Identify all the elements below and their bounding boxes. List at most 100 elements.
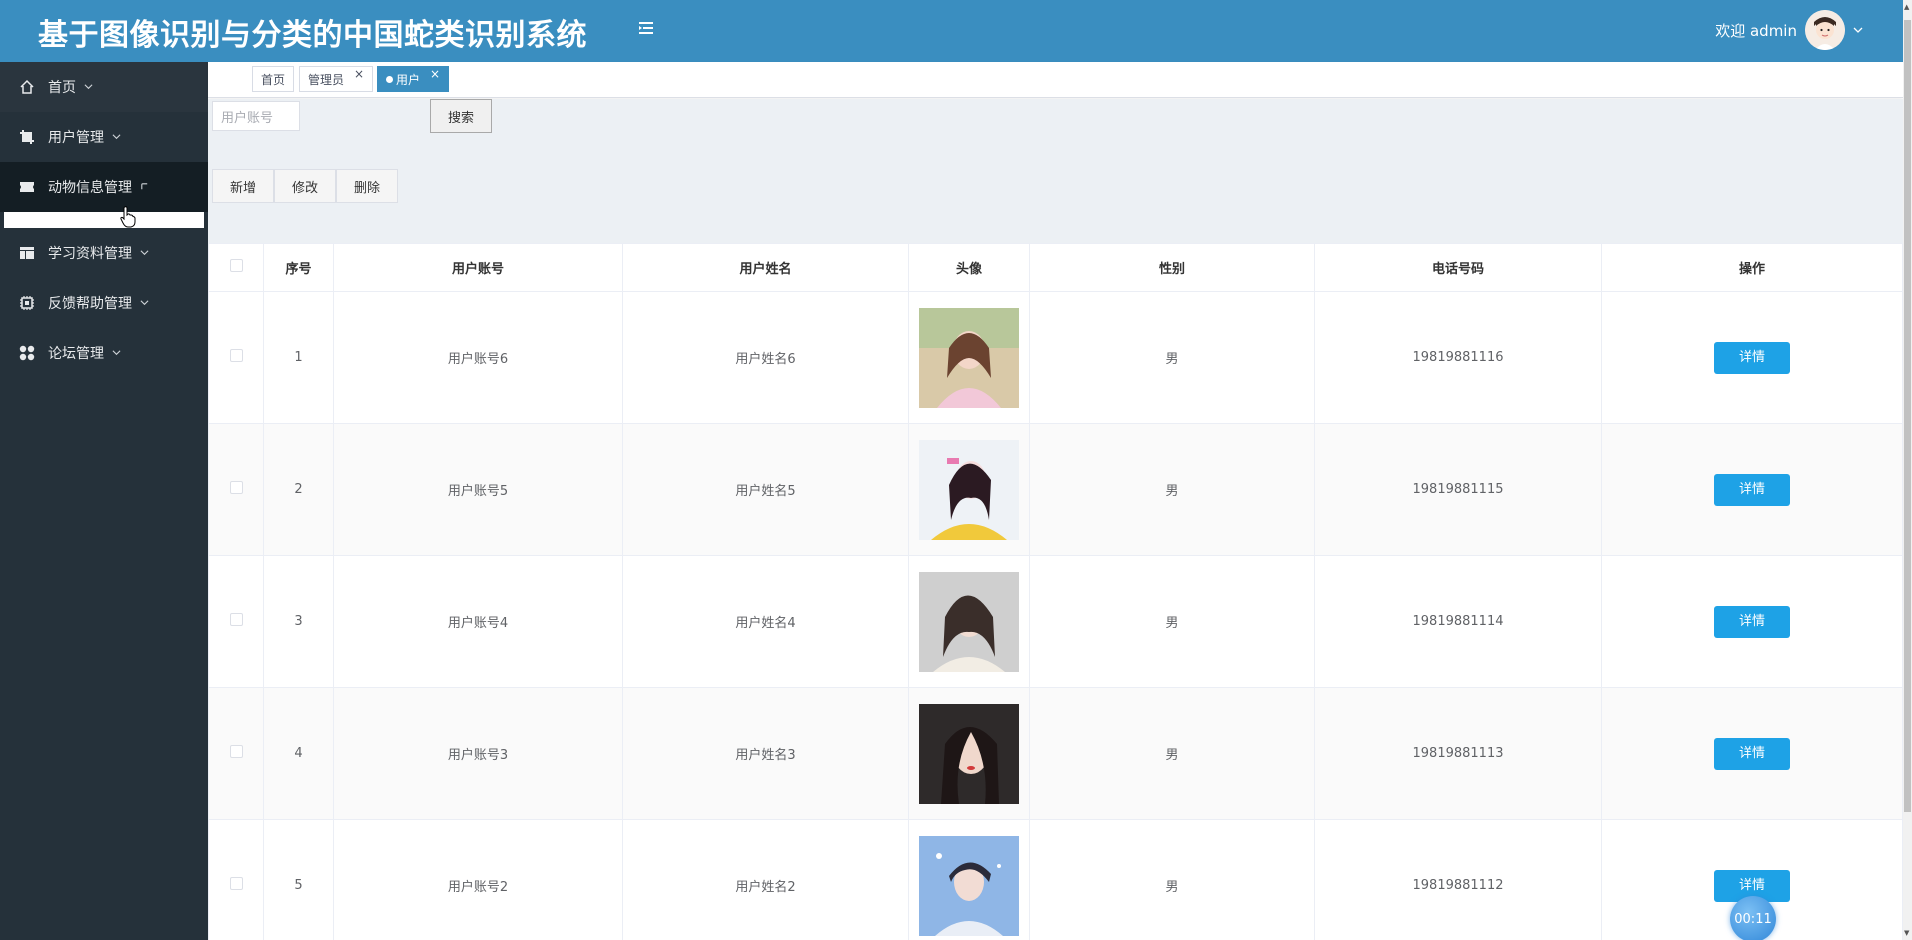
cell-account: 用户账号2 bbox=[333, 819, 623, 940]
row-checkbox[interactable] bbox=[208, 819, 264, 940]
column-header: 用户账号 bbox=[333, 243, 623, 292]
sidebar-item-label: 动物信息管理 bbox=[48, 180, 132, 196]
cell-name: 用户姓名3 bbox=[622, 687, 909, 820]
avatar-photo bbox=[919, 835, 1019, 936]
add-button[interactable]: 新增 bbox=[212, 169, 274, 203]
chevron-down-icon[interactable] bbox=[1853, 21, 1863, 39]
chevron-down-icon bbox=[112, 345, 121, 361]
cell-index: 2 bbox=[263, 423, 334, 556]
cell-account: 用户账号5 bbox=[333, 423, 623, 556]
sidebar: 首页 用户管理 动物信息管理 学习资料管理 反馈帮助管理 论坛管理 bbox=[0, 62, 208, 940]
cell-gender: 男 bbox=[1029, 687, 1315, 820]
cell-action: 详情 bbox=[1601, 291, 1903, 424]
cell-gender: 男 bbox=[1029, 423, 1315, 556]
sidebar-item-feedback-help[interactable]: 反馈帮助管理 bbox=[0, 278, 208, 328]
sidebar-item-label: 学习资料管理 bbox=[48, 246, 132, 262]
detail-button[interactable]: 详情 bbox=[1714, 737, 1790, 770]
cell-account: 用户账号4 bbox=[333, 555, 623, 688]
delete-button[interactable]: 删除 bbox=[336, 169, 398, 203]
table-row[interactable]: 1 用户账号6 用户姓名6 男 19819881116 详情 bbox=[208, 291, 1903, 424]
cell-action: 详情 bbox=[1601, 687, 1903, 820]
sidebar-item-label: 用户管理 bbox=[48, 130, 104, 146]
avatar-photo bbox=[919, 703, 1019, 804]
cell-index: 4 bbox=[263, 687, 334, 820]
table-row[interactable]: 5 用户账号2 用户姓名2 男 19819881112 详情 bbox=[208, 819, 1903, 940]
cell-name: 用户姓名6 bbox=[622, 291, 909, 424]
cell-avatar bbox=[908, 819, 1030, 940]
sidebar-item-user-management[interactable]: 用户管理 bbox=[0, 112, 208, 162]
cell-gender: 男 bbox=[1029, 555, 1315, 688]
close-icon[interactable]: × bbox=[430, 67, 440, 81]
select-all-checkbox[interactable] bbox=[208, 243, 264, 292]
sidebar-item-home[interactable]: 首页 bbox=[0, 62, 208, 112]
app-title: 基于图像识别与分类的中国蛇类识别系统 bbox=[38, 18, 587, 53]
cell-gender: 男 bbox=[1029, 291, 1315, 424]
avatar-photo bbox=[919, 307, 1019, 408]
table-header-row: 序号 用户账号 用户姓名 头像 性别 电话号码 操作 bbox=[208, 243, 1903, 292]
chevron-down-icon bbox=[140, 295, 149, 311]
column-header: 头像 bbox=[908, 243, 1030, 292]
detail-button[interactable]: 详情 bbox=[1714, 605, 1790, 638]
close-icon[interactable]: × bbox=[354, 67, 364, 81]
avatar[interactable] bbox=[1805, 10, 1845, 50]
menu-toggle-icon[interactable] bbox=[636, 18, 656, 38]
tab-label: 管理员 bbox=[308, 72, 345, 87]
cell-name: 用户姓名4 bbox=[622, 555, 909, 688]
detail-button[interactable]: 详情 bbox=[1714, 473, 1790, 506]
cell-avatar bbox=[908, 555, 1030, 688]
avatar-photo bbox=[919, 571, 1019, 672]
layout-icon bbox=[18, 244, 36, 262]
detail-button[interactable]: 详情 bbox=[1714, 341, 1790, 374]
scroll-thumb[interactable] bbox=[1904, 20, 1911, 812]
cell-avatar bbox=[908, 687, 1030, 820]
cell-phone: 19819881114 bbox=[1314, 555, 1602, 688]
cell-index: 1 bbox=[263, 291, 334, 424]
page-scrollbar[interactable]: ▲ ▼ bbox=[1903, 0, 1912, 940]
home-icon bbox=[18, 78, 36, 96]
cell-phone: 19819881116 bbox=[1314, 291, 1602, 424]
row-checkbox[interactable] bbox=[208, 555, 264, 688]
table-row[interactable]: 3 用户账号4 用户姓名4 男 19819881114 详情 bbox=[208, 555, 1903, 688]
scroll-up-icon[interactable]: ▲ bbox=[1904, 3, 1909, 11]
tab-home[interactable]: 首页 bbox=[252, 66, 295, 92]
cell-phone: 19819881112 bbox=[1314, 819, 1602, 940]
row-checkbox[interactable] bbox=[208, 291, 264, 424]
row-checkbox[interactable] bbox=[208, 687, 264, 820]
main-content: 用户账号 搜索 新增 修改 删除 序号 用户账号 用户姓名 头像 性别 电话号码 bbox=[208, 99, 1903, 940]
row-checkbox[interactable] bbox=[208, 423, 264, 556]
search-input[interactable]: 用户账号 bbox=[212, 101, 300, 131]
chip-icon bbox=[18, 294, 36, 312]
sidebar-item-label: 首页 bbox=[48, 80, 76, 96]
table-row[interactable]: 2 用户账号5 用户姓名5 男 19819881115 详情 bbox=[208, 423, 1903, 556]
tab-label: 用户 bbox=[396, 72, 421, 87]
tab-admin[interactable]: 管理员 × bbox=[299, 66, 374, 92]
crop-icon bbox=[18, 128, 36, 146]
column-header: 操作 bbox=[1601, 243, 1903, 292]
action-buttons: 新增 修改 删除 bbox=[212, 169, 398, 203]
table-row[interactable]: 4 用户账号3 用户姓名3 男 19819881113 详情 bbox=[208, 687, 1903, 820]
cell-avatar bbox=[908, 423, 1030, 556]
column-header: 用户姓名 bbox=[622, 243, 909, 292]
timer-badge: 00:11 bbox=[1730, 896, 1776, 940]
cell-avatar bbox=[908, 291, 1030, 424]
active-dot-icon bbox=[386, 75, 393, 83]
sidebar-item-animal-info[interactable]: 动物信息管理 bbox=[0, 162, 208, 212]
ticket-icon bbox=[18, 178, 36, 196]
search-button[interactable]: 搜索 bbox=[430, 99, 492, 133]
scroll-down-icon[interactable]: ▼ bbox=[1904, 929, 1909, 937]
sidebar-item-label: 论坛管理 bbox=[48, 346, 104, 362]
sidebar-item-forum[interactable]: 论坛管理 bbox=[0, 328, 208, 378]
chevron-down-icon bbox=[112, 129, 121, 145]
user-menu[interactable]: 欢迎 admin bbox=[1715, 8, 1863, 52]
user-table: 序号 用户账号 用户姓名 头像 性别 电话号码 操作 1 用户账号6 用户姓名6 bbox=[208, 243, 1903, 940]
sidebar-item-learning-materials[interactable]: 学习资料管理 bbox=[0, 228, 208, 278]
cell-gender: 男 bbox=[1029, 819, 1315, 940]
cell-name: 用户姓名2 bbox=[622, 819, 909, 940]
edit-button[interactable]: 修改 bbox=[274, 169, 336, 203]
cell-phone: 19819881115 bbox=[1314, 423, 1602, 556]
tab-label: 首页 bbox=[261, 72, 286, 87]
column-header: 序号 bbox=[263, 243, 334, 292]
tab-user[interactable]: 用户 × bbox=[377, 66, 450, 92]
cell-phone: 19819881113 bbox=[1314, 687, 1602, 820]
apps-icon bbox=[18, 344, 36, 362]
